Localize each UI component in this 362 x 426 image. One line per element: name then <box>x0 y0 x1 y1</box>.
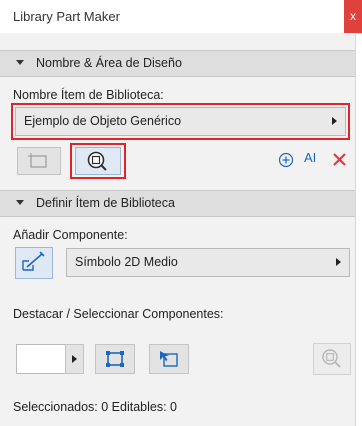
dropdown-arrow-icon <box>336 258 341 266</box>
select-editable-button[interactable] <box>149 344 189 374</box>
window-titlebar: Library Part Maker x <box>0 0 362 34</box>
item-name-value: Ejemplo de Objeto Genérico <box>24 114 182 128</box>
component-type-button[interactable] <box>15 247 53 279</box>
dropdown-arrow-icon <box>72 355 77 363</box>
magnifier-icon <box>87 151 107 171</box>
design-area-button[interactable] <box>17 147 61 175</box>
section-title: Definir Ítem de Biblioteca <box>36 196 175 210</box>
collapse-triangle-icon <box>16 200 24 205</box>
color-swatch-dropdown[interactable] <box>65 344 84 374</box>
item-name-label: Nombre Ítem de Biblioteca: <box>13 88 164 102</box>
palette-panel: Nombre & Área de Diseño Nombre Ítem de B… <box>0 33 356 426</box>
magnifier-icon <box>322 349 341 368</box>
close-button[interactable]: x <box>344 0 362 33</box>
add-component-label: Añadir Componente: <box>13 228 128 242</box>
selection-status: Seleccionados: 0 Editables: 0 <box>13 400 177 414</box>
delete-x-icon <box>333 153 346 166</box>
add-button[interactable] <box>278 152 294 168</box>
section-title: Nombre & Área de Diseño <box>36 56 182 70</box>
delete-button[interactable] <box>331 151 348 168</box>
frame-icon <box>28 153 47 168</box>
collapse-triangle-icon <box>16 60 24 65</box>
select-frame-icon <box>106 351 124 367</box>
section-header-define-item[interactable]: Definir Ítem de Biblioteca <box>0 190 355 217</box>
edit-symbol-icon <box>22 251 45 271</box>
component-dropdown[interactable]: Símbolo 2D Medio <box>66 248 350 277</box>
item-name-highlight: Ejemplo de Objeto Genérico <box>11 103 350 140</box>
text-size-icon: AI <box>304 150 317 165</box>
text-size-button[interactable]: AI <box>304 150 326 170</box>
highlight-select-label: Destacar / Seleccionar Componentes: <box>13 307 224 321</box>
select-cursor-icon <box>160 351 178 367</box>
color-swatch-field[interactable] <box>16 344 66 374</box>
zoom-button-highlight <box>70 143 126 179</box>
item-name-dropdown[interactable]: Ejemplo de Objeto Genérico <box>15 107 346 136</box>
window-title: Library Part Maker <box>13 9 120 24</box>
zoom-to-selection-button[interactable] <box>313 343 351 375</box>
component-value: Símbolo 2D Medio <box>75 255 178 269</box>
dropdown-arrow-icon <box>332 117 337 125</box>
select-all-button[interactable] <box>95 344 135 374</box>
zoom-to-item-button[interactable] <box>75 147 121 175</box>
section-header-name-area[interactable]: Nombre & Área de Diseño <box>0 50 355 77</box>
add-circle-icon <box>278 152 294 168</box>
